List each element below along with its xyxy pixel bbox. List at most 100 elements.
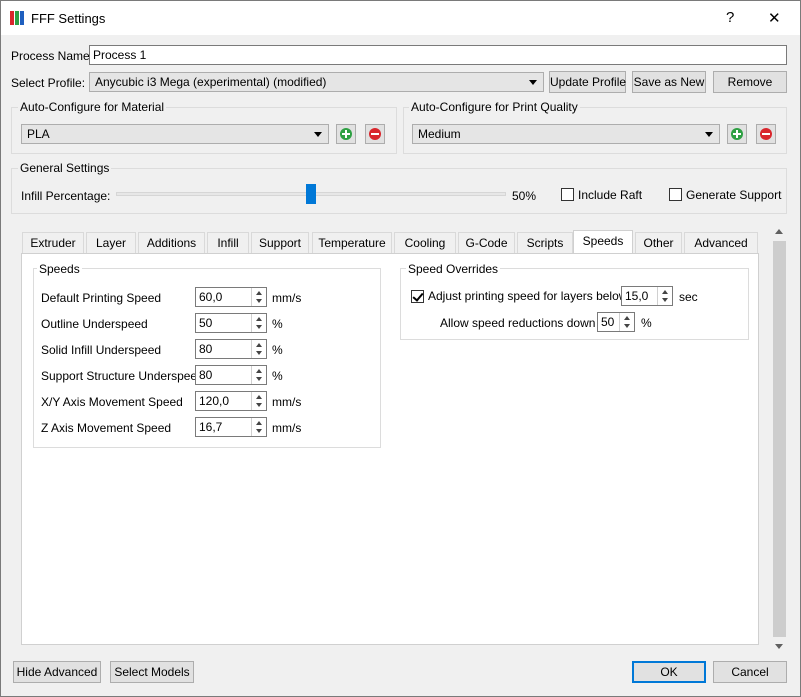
chevron-down-icon xyxy=(705,132,713,137)
quality-select-value: Medium xyxy=(418,127,461,141)
adjust-speed-checkbox[interactable] xyxy=(411,290,424,303)
add-quality-button[interactable] xyxy=(727,124,747,144)
help-button[interactable]: ? xyxy=(726,9,734,26)
speed-row-unit: % xyxy=(272,317,283,331)
spin-arrows-icon[interactable] xyxy=(251,314,266,332)
material-group-title: Auto-Configure for Material xyxy=(18,100,167,114)
tab-temperature[interactable]: Temperature xyxy=(312,232,392,253)
app-icon xyxy=(10,11,24,25)
profile-select-value: Anycubic i3 Mega (experimental) (modifie… xyxy=(95,75,327,89)
add-material-button[interactable] xyxy=(336,124,356,144)
spin-arrows-icon[interactable] xyxy=(251,340,266,358)
include-raft-checkbox[interactable] xyxy=(561,188,574,201)
material-select-value: PLA xyxy=(27,127,50,141)
close-icon[interactable]: ✕ xyxy=(768,9,781,27)
spin-arrows-icon[interactable] xyxy=(251,392,266,410)
speed-row-value: 50 xyxy=(199,316,213,330)
tab-other[interactable]: Other xyxy=(635,232,682,253)
spin-arrows-icon[interactable] xyxy=(251,366,266,384)
speed-row-unit: mm/s xyxy=(272,421,302,435)
select-profile-label: Select Profile: xyxy=(11,76,86,90)
speed-row-label: Default Printing Speed xyxy=(41,291,162,305)
generate-support-checkbox[interactable] xyxy=(669,188,682,201)
general-settings-title: General Settings xyxy=(18,161,112,175)
fff-settings-window: FFF Settings ? ✕ Process Name: Process 1… xyxy=(0,0,801,697)
speed-row-unit: % xyxy=(272,369,283,383)
tab-infill[interactable]: Infill xyxy=(207,232,249,253)
tab-layer[interactable]: Layer xyxy=(86,232,136,253)
spin-arrows-icon[interactable] xyxy=(657,287,672,305)
tab-speeds[interactable]: Speeds xyxy=(573,230,633,254)
spin-arrows-icon[interactable] xyxy=(251,418,266,436)
select-models-button[interactable]: Select Models xyxy=(110,661,194,683)
speed-overrides-title: Speed Overrides xyxy=(406,262,501,276)
speed-row-value: 80 xyxy=(199,342,213,356)
speed-row-spinbox[interactable]: 50 xyxy=(195,313,267,333)
material-select[interactable]: PLA xyxy=(21,124,329,144)
tab-scripts[interactable]: Scripts xyxy=(517,232,573,253)
speed-row-unit: % xyxy=(272,343,283,357)
adjust-speed-value: 15,0 xyxy=(625,289,649,303)
speed-row-spinbox[interactable]: 80 xyxy=(195,339,267,359)
speed-row-label: X/Y Axis Movement Speed xyxy=(41,395,183,409)
tab-g-code[interactable]: G-Code xyxy=(458,232,515,253)
speed-row-label: Outline Underspeed xyxy=(41,317,148,331)
speed-row-unit: mm/s xyxy=(272,291,302,305)
remove-quality-button[interactable] xyxy=(756,124,776,144)
infill-percentage-value: 50% xyxy=(512,189,537,203)
scroll-thumb[interactable] xyxy=(773,241,786,637)
update-profile-button[interactable]: Update Profile xyxy=(549,71,626,93)
tab-cooling[interactable]: Cooling xyxy=(394,232,456,253)
ok-button[interactable]: OK xyxy=(632,661,706,683)
chevron-down-icon xyxy=(314,132,322,137)
spin-arrows-icon[interactable] xyxy=(251,288,266,306)
profile-select[interactable]: Anycubic i3 Mega (experimental) (modifie… xyxy=(89,72,544,92)
process-name-label: Process Name: xyxy=(11,49,94,63)
spin-arrows-icon[interactable] xyxy=(619,313,634,331)
window-title: FFF Settings xyxy=(31,11,106,26)
quality-select[interactable]: Medium xyxy=(412,124,720,144)
infill-slider-handle[interactable] xyxy=(306,184,316,204)
hide-advanced-button[interactable]: Hide Advanced xyxy=(13,661,101,683)
adjust-speed-label: Adjust printing speed for layers below xyxy=(428,289,628,303)
title-bar: FFF Settings ? ✕ xyxy=(1,1,800,35)
speed-row-label: Support Structure Underspeed xyxy=(41,369,204,383)
adjust-speed-unit: sec xyxy=(679,290,698,304)
speed-row-spinbox[interactable]: 80 xyxy=(195,365,267,385)
speed-row-value: 120,0 xyxy=(199,394,230,408)
save-as-new-button[interactable]: Save as New xyxy=(632,71,706,93)
minus-icon xyxy=(760,128,772,140)
include-raft-label: Include Raft xyxy=(578,188,643,202)
remove-material-button[interactable] xyxy=(365,124,385,144)
speed-row-value: 60,0 xyxy=(199,290,223,304)
speed-reduction-value: 50 xyxy=(601,315,615,329)
remove-button[interactable]: Remove xyxy=(713,71,787,93)
speed-reduction-unit: % xyxy=(641,316,652,330)
scroll-down-icon[interactable] xyxy=(775,644,783,649)
process-name-input[interactable]: Process 1 xyxy=(89,45,787,65)
speed-reduction-spinbox[interactable]: 50 xyxy=(597,312,635,332)
scroll-up-icon[interactable] xyxy=(775,229,783,234)
vertical-scrollbar[interactable] xyxy=(771,225,788,655)
speed-row-value: 80 xyxy=(199,368,213,382)
quality-group-title: Auto-Configure for Print Quality xyxy=(409,100,580,114)
speed-row-unit: mm/s xyxy=(272,395,302,409)
infill-percentage-label: Infill Percentage: xyxy=(21,189,111,203)
tab-extruder[interactable]: Extruder xyxy=(22,232,84,253)
speed-row-value: 16,7 xyxy=(199,420,223,434)
plus-icon xyxy=(731,128,743,140)
speed-row-spinbox[interactable]: 120,0 xyxy=(195,391,267,411)
tab-advanced[interactable]: Advanced xyxy=(684,232,758,253)
speed-row-spinbox[interactable]: 16,7 xyxy=(195,417,267,437)
speeds-group-title: Speeds xyxy=(37,262,82,276)
speed-reduction-label: Allow speed reductions down to xyxy=(440,316,609,330)
tab-additions[interactable]: Additions xyxy=(138,232,205,253)
cancel-button[interactable]: Cancel xyxy=(713,661,787,683)
speed-row-spinbox[interactable]: 60,0 xyxy=(195,287,267,307)
tab-support[interactable]: Support xyxy=(251,232,309,253)
speeds-tab-panel: Speeds Default Printing Speed 60,0 mm/s Out… xyxy=(21,253,759,645)
speed-row-label: Solid Infill Underspeed xyxy=(41,343,162,357)
generate-support-label: Generate Support xyxy=(686,188,782,202)
adjust-speed-spinbox[interactable]: 15,0 xyxy=(621,286,673,306)
plus-icon xyxy=(340,128,352,140)
